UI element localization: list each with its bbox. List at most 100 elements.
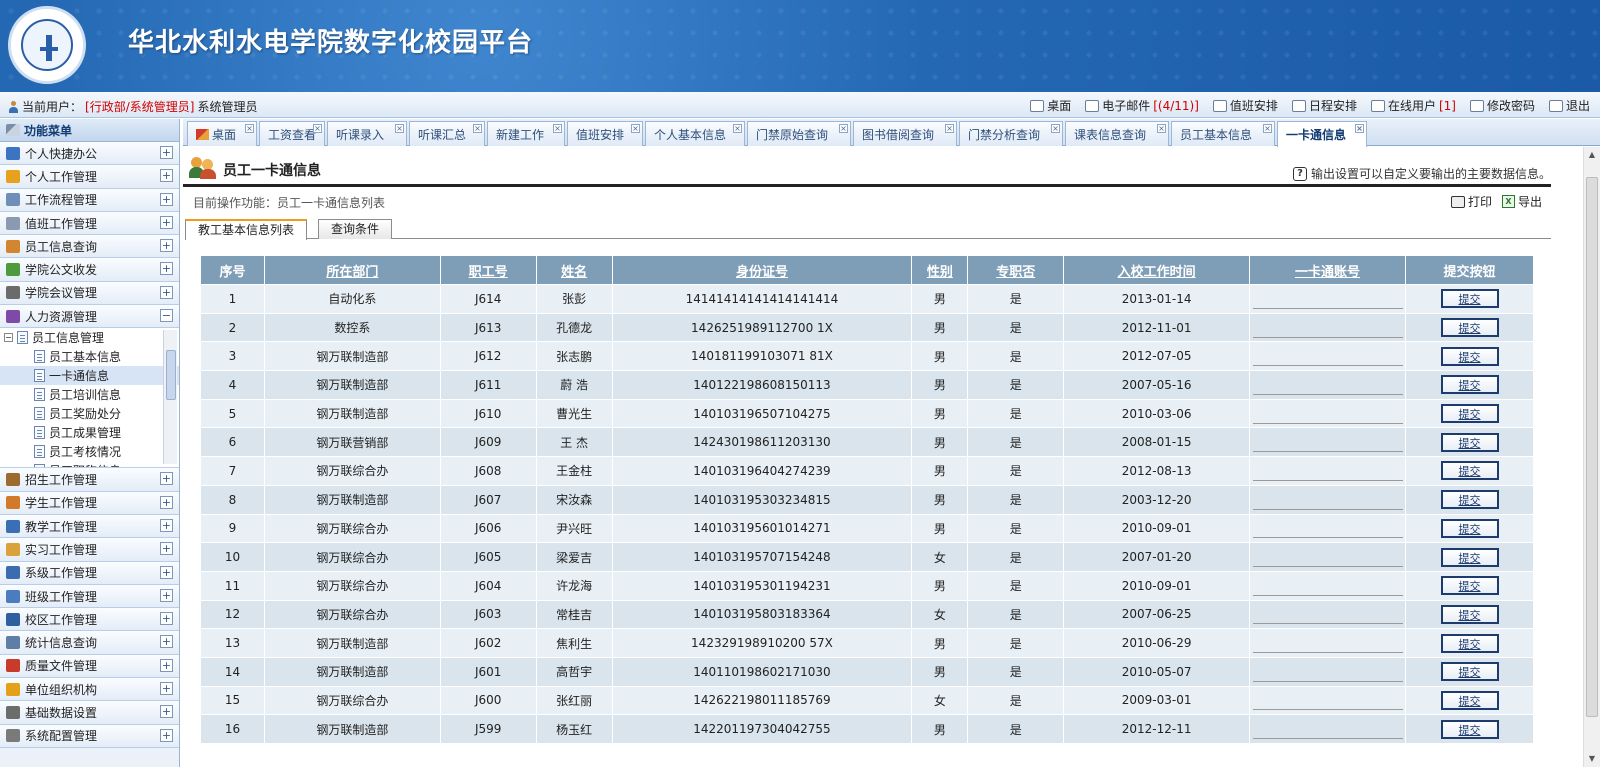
close-icon[interactable]: × [631,124,640,133]
sidebar-item-items_bottom-3[interactable]: 实习工作管理 + [0,538,179,562]
sidebar-item-items_bottom-4[interactable]: 系级工作管理 + [0,561,179,585]
expand-icon[interactable]: + [160,472,173,486]
sidebar-item-items_top-5[interactable]: 学院公文收发 + [0,258,179,282]
tree-item[interactable]: 员工奖励处分 [0,404,179,423]
tree-scrollbar[interactable] [163,330,177,465]
card-account-input[interactable] [1252,403,1403,424]
sidebar-item-items_top-6[interactable]: 学院会议管理 + [0,281,179,306]
tree-item[interactable]: 员工培训信息 [0,385,179,404]
sidebar-item-items_bottom-0[interactable]: 招生工作管理 + [0,468,179,492]
card-account-input[interactable] [1252,317,1403,338]
submit-button[interactable]: 提交 [1440,375,1499,395]
tab-8[interactable]: 图书借阅查询 × [853,121,957,146]
expand-icon[interactable]: + [160,565,173,579]
sidebar-item-items_bottom-10[interactable]: 基础数据设置 + [0,701,179,725]
sidebar-item-items_top-3[interactable]: 值班工作管理 + [0,211,179,236]
card-account-input[interactable] [1252,518,1403,539]
card-account-input[interactable] [1252,288,1403,309]
expand-icon[interactable]: + [160,239,173,253]
submit-button[interactable]: 提交 [1440,461,1499,481]
card-account-input[interactable] [1252,547,1403,568]
tree-item[interactable]: 员工成果管理 [0,423,179,442]
submit-button[interactable]: 提交 [1440,662,1499,682]
close-icon[interactable]: × [1263,124,1272,133]
export-button[interactable]: X 导出 [1501,193,1542,210]
tab-0[interactable]: 桌面 × [187,121,257,146]
scroll-up-icon[interactable]: ▲ [1584,147,1600,163]
col-staff-no[interactable]: 职工号 [439,255,537,285]
toplink-password[interactable]: 修改密码 [1469,97,1535,114]
tab-9[interactable]: 门禁分析查询 × [959,121,1063,146]
col-department[interactable]: 所在部门 [263,255,441,285]
card-account-input[interactable] [1252,346,1403,367]
sidebar-item-items_top-2[interactable]: 工作流程管理 + [0,188,179,212]
tab-11[interactable]: 员工基本信息 × [1171,121,1275,146]
expand-icon[interactable]: + [160,169,173,183]
submit-button[interactable]: 提交 [1440,547,1499,567]
sidebar-item-items_bottom-6[interactable]: 校区工作管理 + [0,608,179,632]
col-entry-date[interactable]: 入校工作时间 [1063,255,1251,285]
submit-button[interactable]: 提交 [1440,289,1499,309]
submit-button[interactable]: 提交 [1440,719,1499,739]
tab-4[interactable]: 新建工作 × [487,121,565,146]
expand-icon[interactable]: + [160,682,173,696]
col-fulltime[interactable]: 专职否 [967,255,1065,285]
expand-icon[interactable]: + [160,215,173,229]
subtab-staff-list[interactable]: 教工基本信息列表 [185,219,308,240]
tab-12[interactable]: 一卡通信息 × [1277,121,1367,147]
toplink-home[interactable]: 桌面 [1030,97,1071,114]
expand-icon[interactable]: + [160,262,173,276]
close-icon[interactable]: × [313,124,322,133]
card-account-input[interactable] [1252,633,1403,654]
close-icon[interactable]: × [1355,124,1364,133]
sidebar-item-items_bottom-5[interactable]: 班级工作管理 + [0,584,179,609]
close-icon[interactable]: × [473,124,482,133]
expand-icon[interactable]: + [160,146,173,159]
toplink-online-users[interactable]: 在线用户 [1] [1370,97,1456,114]
subtab-query-conditions[interactable]: 查询条件 [318,219,393,239]
expand-icon[interactable]: + [160,588,173,602]
tab-3[interactable]: 听课汇总 × [409,121,485,146]
tab-10[interactable]: 课表信息查询 × [1065,121,1169,146]
scroll-thumb[interactable] [1586,177,1598,717]
tab-6[interactable]: 个人基本信息 × [645,121,745,146]
close-icon[interactable]: × [945,124,954,133]
close-icon[interactable]: × [733,124,742,133]
card-account-input[interactable] [1252,690,1403,711]
sidebar-item-items_bottom-7[interactable]: 统计信息查询 + [0,631,179,655]
submit-button[interactable]: 提交 [1440,432,1499,452]
close-icon[interactable]: × [839,124,848,133]
close-icon[interactable]: × [1157,124,1166,133]
submit-button[interactable]: 提交 [1440,576,1499,596]
sidebar-item-items_top-4[interactable]: 员工信息查询 + [0,235,179,259]
card-account-input[interactable] [1252,374,1403,395]
expand-icon[interactable]: + [160,728,173,742]
card-account-input[interactable] [1252,661,1403,682]
toplink-clock[interactable]: 日程安排 [1291,97,1357,114]
submit-button[interactable]: 提交 [1440,490,1499,510]
expand-icon[interactable]: + [160,518,173,532]
expand-icon[interactable]: + [160,612,173,626]
tab-7[interactable]: 门禁原始查询 × [747,121,851,146]
toplink-exit[interactable]: 退出 [1548,97,1590,114]
close-icon[interactable]: × [1051,124,1060,133]
tab-1[interactable]: 工资查看 × [259,121,325,146]
submit-button[interactable]: 提交 [1440,404,1499,424]
tree-item[interactable]: 一卡通信息 [0,366,179,386]
expand-icon[interactable]: + [160,658,173,672]
tab-5[interactable]: 值班安排 × [567,121,643,146]
toplink-mail[interactable]: 电子邮件 [(4/11)] [1085,97,1199,114]
sidebar-item-items_top-1[interactable]: 个人工作管理 + [0,165,179,189]
sidebar-item-items_bottom-8[interactable]: 质量文件管理 + [0,654,179,679]
card-account-input[interactable] [1252,604,1403,625]
col-gender[interactable]: 性别 [911,255,969,285]
col-name[interactable]: 姓名 [535,255,613,285]
sidebar-item-items_top-0[interactable]: 个人快捷办公 + [0,142,179,166]
submit-button[interactable]: 提交 [1440,346,1499,366]
tree-item[interactable]: 员工职称信息 [0,461,179,468]
col-card-account[interactable]: 一卡通账号 [1249,255,1406,285]
submit-button[interactable]: 提交 [1440,690,1499,710]
content-scrollbar[interactable]: ▲ ▼ [1583,147,1600,767]
tree-root[interactable]: − 员工信息管理 [0,328,179,347]
sidebar-item-items_top-7[interactable]: 人力资源管理 − [0,305,179,329]
